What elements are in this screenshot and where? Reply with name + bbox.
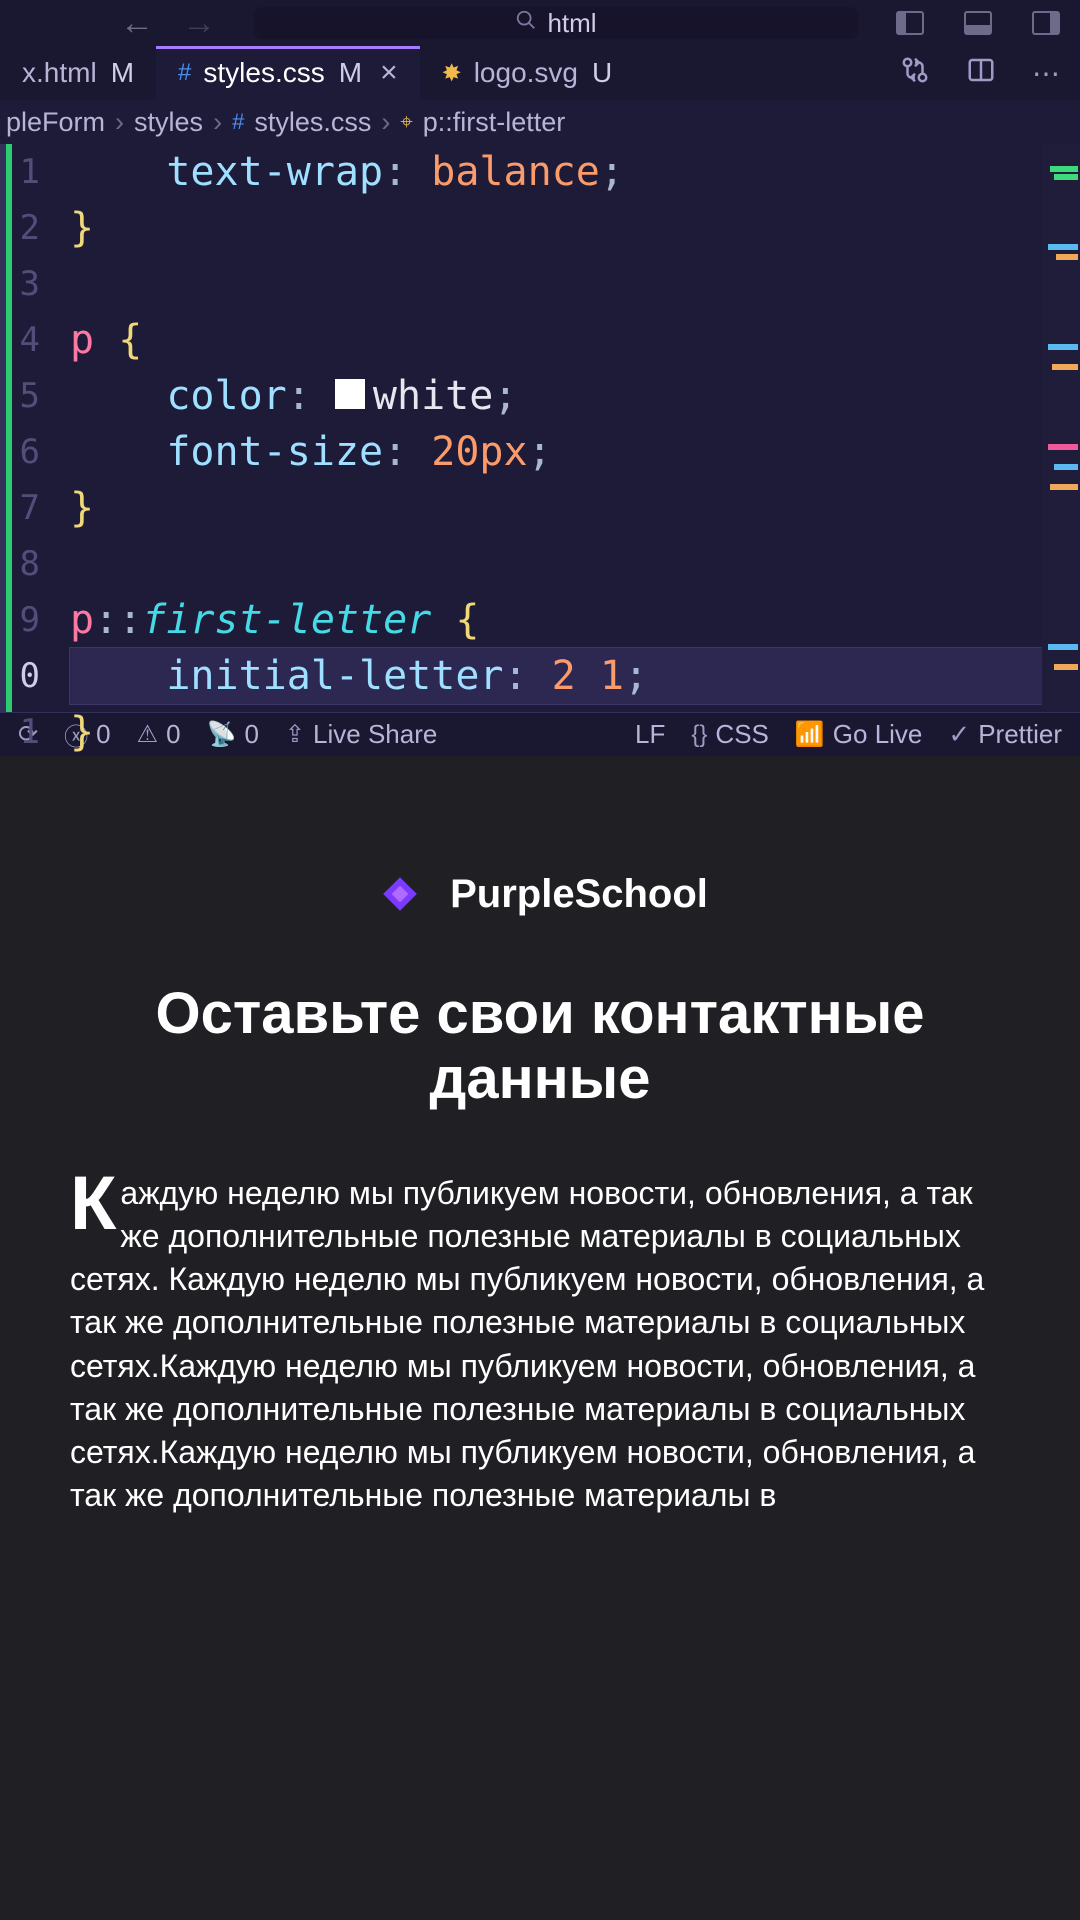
toggle-panel-left-icon[interactable] [896, 11, 924, 35]
code-line[interactable]: p { [70, 312, 1080, 368]
chevron-right-icon: › [109, 107, 130, 138]
nav-forward-icon[interactable]: → [182, 4, 216, 43]
line-number: 8 [6, 536, 46, 592]
window-titlebar: ← → html [0, 0, 1080, 46]
line-number: 1 [6, 704, 46, 760]
nav-arrows: ← → [120, 4, 216, 43]
breadcrumb-file[interactable]: styles.css [254, 107, 371, 138]
line-number: 3 [6, 256, 46, 312]
line-number: 4 [6, 312, 46, 368]
more-icon[interactable]: ⋯ [1032, 57, 1060, 90]
code-line[interactable]: p::first-letter { [70, 592, 1080, 648]
layout-buttons [896, 11, 1060, 35]
code-line-current[interactable]: initial-letter: 2 1; [70, 648, 1080, 704]
tab-html[interactable]: x.html M [0, 46, 156, 100]
line-number: 9 [6, 592, 46, 648]
code-line[interactable]: font-size: 20px; [70, 424, 1080, 480]
color-swatch-icon[interactable] [335, 379, 365, 409]
tab-html-label: x.html [22, 57, 97, 89]
toggle-panel-bottom-icon[interactable] [964, 11, 992, 35]
chevron-right-icon: › [207, 107, 228, 138]
nav-back-icon[interactable]: ← [120, 4, 154, 43]
body-paragraph: Каждую неделю мы публикуем новости, обно… [70, 1172, 1010, 1518]
command-search[interactable]: html [254, 7, 858, 39]
brand-name: PurpleSchool [450, 872, 708, 917]
minimap[interactable] [1042, 144, 1080, 712]
chevron-right-icon: › [375, 107, 396, 138]
css-file-icon: # [232, 109, 244, 135]
tab-logo-svg[interactable]: ✸ logo.svg U [420, 46, 635, 100]
git-compare-icon[interactable] [900, 55, 930, 92]
code-line[interactable]: text-wrap: balance; [70, 144, 1080, 200]
browser-preview: PurpleSchool Оставьте свои контактные да… [0, 756, 1080, 1920]
code-area[interactable]: text-wrap: balance; } p { color: white; … [46, 144, 1080, 712]
toggle-panel-right-icon[interactable] [1032, 11, 1060, 35]
line-number: 5 [6, 368, 46, 424]
tab-logo-label: logo.svg [474, 57, 578, 89]
page-title: Оставьте свои контактные данные [70, 982, 1010, 1112]
line-number: 7 [6, 480, 46, 536]
tab-styles-modifier: M [339, 57, 362, 89]
code-line[interactable] [70, 536, 1080, 592]
css-file-icon: # [178, 59, 191, 87]
breadcrumb-selector[interactable]: p::first-letter [423, 107, 566, 138]
tab-styles-css[interactable]: # styles.css M × [156, 46, 420, 100]
breadcrumb[interactable]: pleForm › styles › # styles.css › ⌖ p::f… [0, 100, 1080, 144]
split-editor-icon[interactable] [966, 55, 996, 92]
tab-html-modifier: M [111, 57, 134, 89]
code-editor[interactable]: 1 2 3 4 5 6 7 8 9 0 1 text-wrap: balance… [0, 144, 1080, 712]
search-icon [515, 9, 537, 38]
line-number: 6 [6, 424, 46, 480]
code-line[interactable]: color: white; [70, 368, 1080, 424]
brand-logo: PurpleSchool [70, 866, 1010, 922]
breadcrumb-folder-0[interactable]: pleForm [6, 107, 105, 138]
logo-icon [372, 866, 428, 922]
selector-icon: ⌖ [400, 109, 412, 135]
line-number: 2 [6, 200, 46, 256]
code-line[interactable]: } [70, 704, 1080, 760]
line-gutter: 1 2 3 4 5 6 7 8 9 0 1 [0, 144, 46, 712]
tab-close-icon[interactable]: × [380, 56, 398, 90]
breadcrumb-folder-1[interactable]: styles [134, 107, 203, 138]
code-line[interactable]: } [70, 200, 1080, 256]
line-number: 0 [6, 648, 46, 704]
tab-styles-label: styles.css [203, 57, 324, 89]
editor-tabs: x.html M # styles.css M × ✸ logo.svg U ⋯ [0, 46, 1080, 100]
line-number: 1 [6, 144, 46, 200]
tab-logo-modifier: U [592, 57, 612, 89]
code-line[interactable] [70, 256, 1080, 312]
search-value: html [547, 8, 596, 39]
svg-file-icon: ✸ [442, 59, 462, 88]
code-line[interactable]: } [70, 480, 1080, 536]
